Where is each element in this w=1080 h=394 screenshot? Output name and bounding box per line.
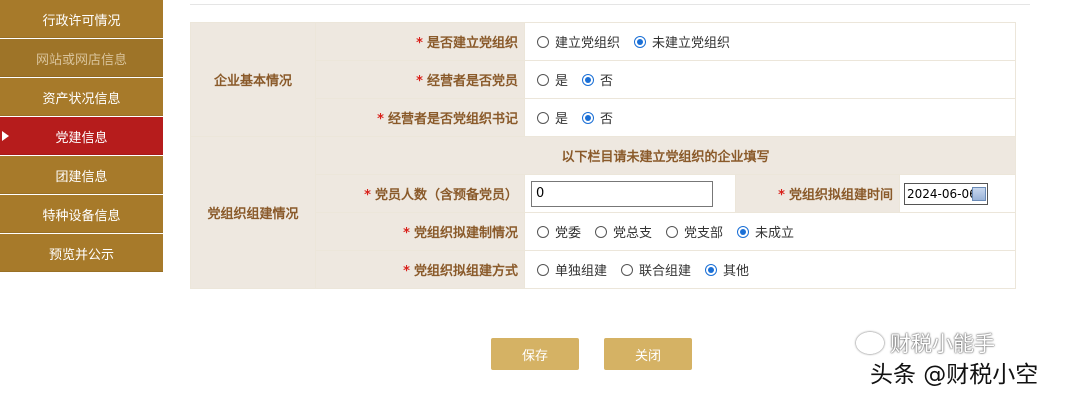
member-count-input[interactable]	[531, 180, 713, 207]
radio-operator-member-yes[interactable]: 是	[537, 70, 568, 89]
wechat-logo-icon	[856, 332, 884, 354]
save-button[interactable]: 保存	[491, 338, 579, 370]
radio-icon[interactable]	[595, 225, 608, 238]
member-count-label: * 党员人数（含预备党员）	[315, 174, 525, 213]
radio-icon[interactable]	[537, 111, 549, 124]
plan-time-cell	[898, 174, 1017, 213]
plan-method-options: 单独组建 联合组建 其他	[523, 250, 1017, 289]
sidebar-item-label: 行政许可情况	[42, 13, 121, 29]
radio-icon[interactable]	[537, 263, 549, 276]
plan-method-label: * 党组织拟组建方式	[315, 250, 525, 289]
radio-checked-icon[interactable]	[705, 263, 718, 276]
close-button[interactable]: 关闭	[604, 338, 692, 370]
sidebar-item-preview-publish[interactable]: 预览并公示	[0, 234, 163, 272]
radio-plan-type-branch[interactable]: 党支部	[666, 222, 723, 241]
radio-operator-secretary-no[interactable]: 否	[582, 108, 613, 127]
watermark-account: 财税小能手	[856, 328, 995, 358]
radio-checked-icon[interactable]	[634, 35, 647, 48]
sidebar-item-label: 团建信息	[55, 169, 108, 185]
section-basic-label: 企业基本情况	[190, 22, 316, 137]
top-divider	[190, 4, 1030, 5]
operator-secretary-label: * 经营者是否党组织书记	[315, 98, 525, 137]
plan-type-options: 党委 党总支 党支部 未成立	[523, 212, 1017, 251]
radio-plan-type-committee[interactable]: 党委	[537, 222, 581, 241]
member-count-cell	[524, 174, 736, 213]
party-info-form: 企业基本情况 *是否建立党组织 建立党组织 未建立党组织 *经营者是否党员	[190, 22, 1017, 289]
operator-member-label: * 经营者是否党员	[315, 60, 525, 99]
sidebar-item-special-equipment[interactable]: 特种设备信息	[0, 195, 163, 233]
radio-established-no[interactable]: 未建立党组织	[634, 32, 730, 51]
operator-member-options: 是 否	[523, 60, 1017, 99]
radio-operator-member-no[interactable]: 否	[582, 70, 613, 89]
radio-plan-type-general-branch[interactable]: 党总支	[595, 222, 652, 241]
operator-secretary-options: 是 否	[523, 98, 1017, 137]
plan-type-label: * 党组织拟建制情况	[315, 212, 525, 251]
radio-checked-icon[interactable]	[737, 225, 750, 238]
radio-icon[interactable]	[537, 35, 549, 48]
sidebar-item-label: 资产状况信息	[42, 91, 121, 107]
sidebar-nav: 行政许可情况 网站或网店信息 资产状况信息 党建信息 团建信息 特种设备信息 预…	[0, 0, 163, 273]
sidebar-item-label: 特种设备信息	[42, 208, 121, 224]
sidebar-item-asset-info[interactable]: 资产状况信息	[0, 78, 163, 116]
radio-plan-method-other[interactable]: 其他	[705, 260, 749, 279]
radio-plan-method-single[interactable]: 单独组建	[537, 260, 607, 279]
radio-icon[interactable]	[621, 263, 634, 276]
radio-checked-icon[interactable]	[582, 111, 595, 124]
established-label: * 是否建立党组织	[315, 22, 525, 61]
sidebar-item-website-info[interactable]: 网站或网店信息	[0, 39, 163, 77]
radio-checked-icon[interactable]	[582, 73, 595, 86]
sidebar-item-party-info[interactable]: 党建信息	[0, 117, 163, 155]
sub-heading: 以下栏目请未建立党组织的企业填写	[314, 136, 1017, 175]
plan-time-label: * 党组织拟组建时间	[735, 174, 900, 213]
sidebar-item-label: 预览并公示	[48, 247, 114, 263]
radio-operator-secretary-yes[interactable]: 是	[537, 108, 568, 127]
radio-icon[interactable]	[666, 225, 679, 238]
calendar-icon[interactable]	[972, 186, 986, 201]
sidebar-item-label: 网站或网店信息	[35, 52, 127, 68]
radio-icon[interactable]	[537, 225, 549, 238]
established-options: 建立党组织 未建立党组织	[523, 22, 1017, 61]
radio-icon[interactable]	[537, 73, 549, 86]
sidebar-item-label: 党建信息	[55, 130, 108, 146]
radio-plan-type-none[interactable]: 未成立	[737, 222, 794, 241]
sidebar-item-league-info[interactable]: 团建信息	[0, 156, 163, 194]
section-org-label: 党组织组建情况	[190, 136, 316, 289]
sidebar-item-admin-license[interactable]: 行政许可情况	[0, 0, 163, 38]
active-arrow-icon	[2, 131, 9, 141]
watermark-toutiao: 头条 @财税小空	[870, 362, 1039, 388]
radio-plan-method-joint[interactable]: 联合组建	[621, 260, 691, 279]
radio-established-yes[interactable]: 建立党组织	[537, 32, 620, 51]
